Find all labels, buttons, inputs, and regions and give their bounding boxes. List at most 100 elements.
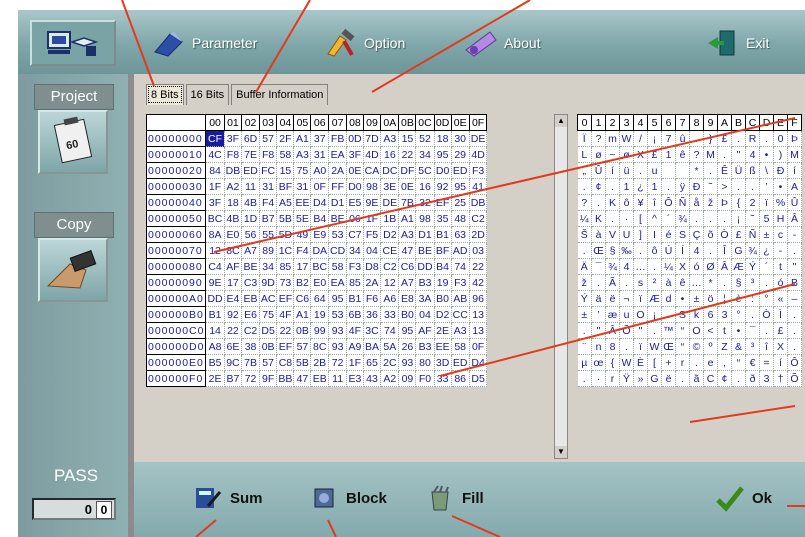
ascii-char-cell[interactable]: ë: [661, 370, 676, 387]
ascii-char-cell[interactable]: º: [703, 338, 718, 355]
ascii-char-cell[interactable]: Ÿ: [619, 370, 634, 387]
hex-byte-cell[interactable]: 98: [363, 178, 382, 195]
ascii-char-cell[interactable]: ó: [689, 258, 704, 275]
hex-byte-cell[interactable]: 43: [363, 370, 382, 387]
hex-byte-cell[interactable]: 49: [293, 226, 312, 243]
ascii-char-cell[interactable]: Û: [591, 162, 606, 179]
ascii-char-cell[interactable]: ²: [647, 274, 662, 291]
hex-byte-cell[interactable]: D2: [434, 306, 452, 323]
sum-button[interactable]: Sum: [194, 484, 263, 512]
hex-row[interactable]: 000000F0 2E B7 72 9F BB 47 EB 11 E3 43 A2 09 F0 33 86 D5: [145, 370, 488, 387]
hex-byte-cell[interactable]: DE: [469, 130, 488, 147]
hex-byte-cell[interactable]: 1C: [276, 242, 295, 259]
ascii-char-cell[interactable]: +: [661, 354, 676, 371]
ascii-char-cell[interactable]: .: [703, 162, 718, 179]
hex-byte-cell[interactable]: BE: [328, 210, 348, 227]
hex-byte-cell[interactable]: E4: [224, 290, 243, 307]
hex-byte-cell[interactable]: 2E: [434, 322, 452, 339]
ascii-grid[interactable]: 0 1 2 3 4 5 6 7 8 9 A B C D E F Ï? m W / ¡ 7 û.} £. R. 0 Þ Lø ~ ø X £1 ê…: [577, 114, 802, 387]
hex-byte-cell[interactable]: EA: [328, 146, 348, 163]
hex-byte-cell[interactable]: 0B: [293, 322, 312, 339]
ascii-char-cell[interactable]: ): [773, 146, 788, 163]
scroll-down-arrow-icon[interactable]: ▼: [555, 446, 567, 458]
ascii-char-cell[interactable]: [661, 162, 676, 179]
ascii-char-cell[interactable]: ê: [675, 274, 690, 291]
hex-byte-cell[interactable]: A6: [380, 290, 400, 307]
hex-byte-cell[interactable]: C6: [293, 290, 312, 307]
hex-byte-cell[interactable]: 92: [224, 306, 243, 323]
ascii-char-cell[interactable]: .: [661, 306, 676, 323]
hex-byte-cell[interactable]: DA: [310, 242, 330, 259]
ascii-char-cell[interactable]: §: [731, 274, 746, 291]
ascii-char-cell[interactable]: M: [703, 146, 718, 163]
ascii-char-cell[interactable]: œ: [591, 354, 606, 371]
hex-byte-cell[interactable]: 6B: [346, 306, 364, 323]
ascii-char-cell[interactable]: ¾: [605, 258, 620, 275]
ascii-char-cell[interactable]: Û: [787, 194, 802, 211]
ascii-char-cell[interactable]: à: [591, 226, 606, 243]
ascii-char-cell[interactable]: Ý: [577, 290, 592, 307]
ascii-char-cell[interactable]: Ç: [689, 226, 704, 243]
hex-byte-cell[interactable]: EE: [293, 194, 312, 211]
ascii-char-cell[interactable]: È: [633, 354, 648, 371]
hex-row[interactable]: 00000020 84 DB ED FC 15 75 A0 2A 0E CA DC DF 5C D0 ED F3: [145, 162, 488, 179]
ascii-char-cell[interactable]: .: [731, 370, 746, 387]
hex-byte-cell[interactable]: F6: [363, 290, 382, 307]
ascii-char-cell[interactable]: ÿ: [675, 178, 690, 195]
ascii-char-cell[interactable]: S: [675, 226, 690, 243]
ascii-char-cell[interactable]: ž: [703, 194, 718, 211]
hex-byte-cell[interactable]: 86: [451, 370, 470, 387]
hex-byte-cell[interactable]: 6D: [241, 130, 260, 147]
hex-byte-cell[interactable]: 41: [469, 178, 488, 195]
hex-byte-cell[interactable]: 4B: [241, 194, 260, 211]
hex-byte-cell[interactable]: 1F: [346, 354, 364, 371]
ascii-char-cell[interactable]: ó: [773, 274, 788, 291]
ascii-char-cell[interactable]: ±: [577, 306, 592, 323]
hex-byte-cell[interactable]: 8A: [205, 226, 225, 243]
ok-button[interactable]: Ok: [716, 484, 772, 512]
hex-byte-cell[interactable]: C3: [241, 274, 260, 291]
hex-byte-cell[interactable]: 37: [310, 130, 330, 147]
hex-byte-cell[interactable]: 9E: [205, 274, 225, 291]
hex-byte-cell[interactable]: 09: [398, 370, 417, 387]
hex-byte-cell[interactable]: 57: [293, 338, 312, 355]
hex-byte-cell[interactable]: 4F: [346, 322, 364, 339]
ascii-char-cell[interactable]: G: [647, 370, 662, 387]
ascii-char-cell[interactable]: ï: [633, 338, 648, 355]
hex-byte-cell[interactable]: 9E: [363, 194, 382, 211]
ascii-char-cell[interactable]: t: [717, 322, 732, 339]
hex-byte-cell[interactable]: ED: [451, 354, 470, 371]
ascii-char-cell[interactable]: „: [577, 162, 592, 179]
ascii-char-cell[interactable]: H: [773, 210, 788, 227]
ascii-char-cell[interactable]: \: [759, 162, 774, 179]
ascii-char-cell[interactable]: ·: [619, 210, 634, 227]
ascii-char-cell[interactable]: 4: [689, 242, 704, 259]
ascii-char-cell[interactable]: [: [633, 210, 648, 227]
ascii-char-cell[interactable]: ¯: [745, 322, 760, 339]
ascii-char-cell[interactable]: =: [759, 354, 774, 371]
hex-byte-cell[interactable]: EF: [276, 338, 295, 355]
hex-byte-cell[interactable]: 98: [415, 210, 435, 227]
hex-byte-cell[interactable]: C4: [205, 258, 225, 275]
hex-byte-cell[interactable]: 75: [293, 162, 312, 179]
ascii-char-cell[interactable]: 1: [661, 146, 676, 163]
hex-byte-cell[interactable]: AD: [451, 242, 470, 259]
hex-byte-cell[interactable]: B0: [398, 306, 417, 323]
ascii-row[interactable]: Lø ~ ø X £1 ê? M. " 4 •) M: [577, 146, 802, 163]
hex-byte-cell[interactable]: BE: [241, 258, 260, 275]
ascii-char-cell[interactable]: µ: [577, 354, 592, 371]
ascii-char-cell[interactable]: .: [745, 306, 760, 323]
hex-byte-cell[interactable]: A7: [241, 242, 260, 259]
ascii-row[interactable]: . " Â Õ ". ™ “O < t • ¯. £.: [577, 322, 802, 339]
hex-byte-cell[interactable]: AC: [259, 290, 278, 307]
ascii-char-cell[interactable]: Â: [717, 258, 732, 275]
hex-byte-cell[interactable]: 7D: [363, 130, 382, 147]
ascii-char-cell[interactable]: .: [759, 130, 774, 147]
hex-byte-cell[interactable]: B3: [415, 274, 435, 291]
hex-row[interactable]: 00000090 9E 17 C3 9D 73 B2 E0 EA 85 2A 12 A7 B3 19 F3 42: [145, 274, 488, 291]
hex-byte-cell[interactable]: 12: [205, 242, 225, 259]
ascii-char-cell[interactable]: C: [703, 370, 718, 387]
ascii-char-cell[interactable]: ¢: [591, 178, 606, 195]
ascii-char-cell[interactable]: ~: [605, 146, 620, 163]
ascii-char-cell[interactable]: æ: [605, 306, 620, 323]
